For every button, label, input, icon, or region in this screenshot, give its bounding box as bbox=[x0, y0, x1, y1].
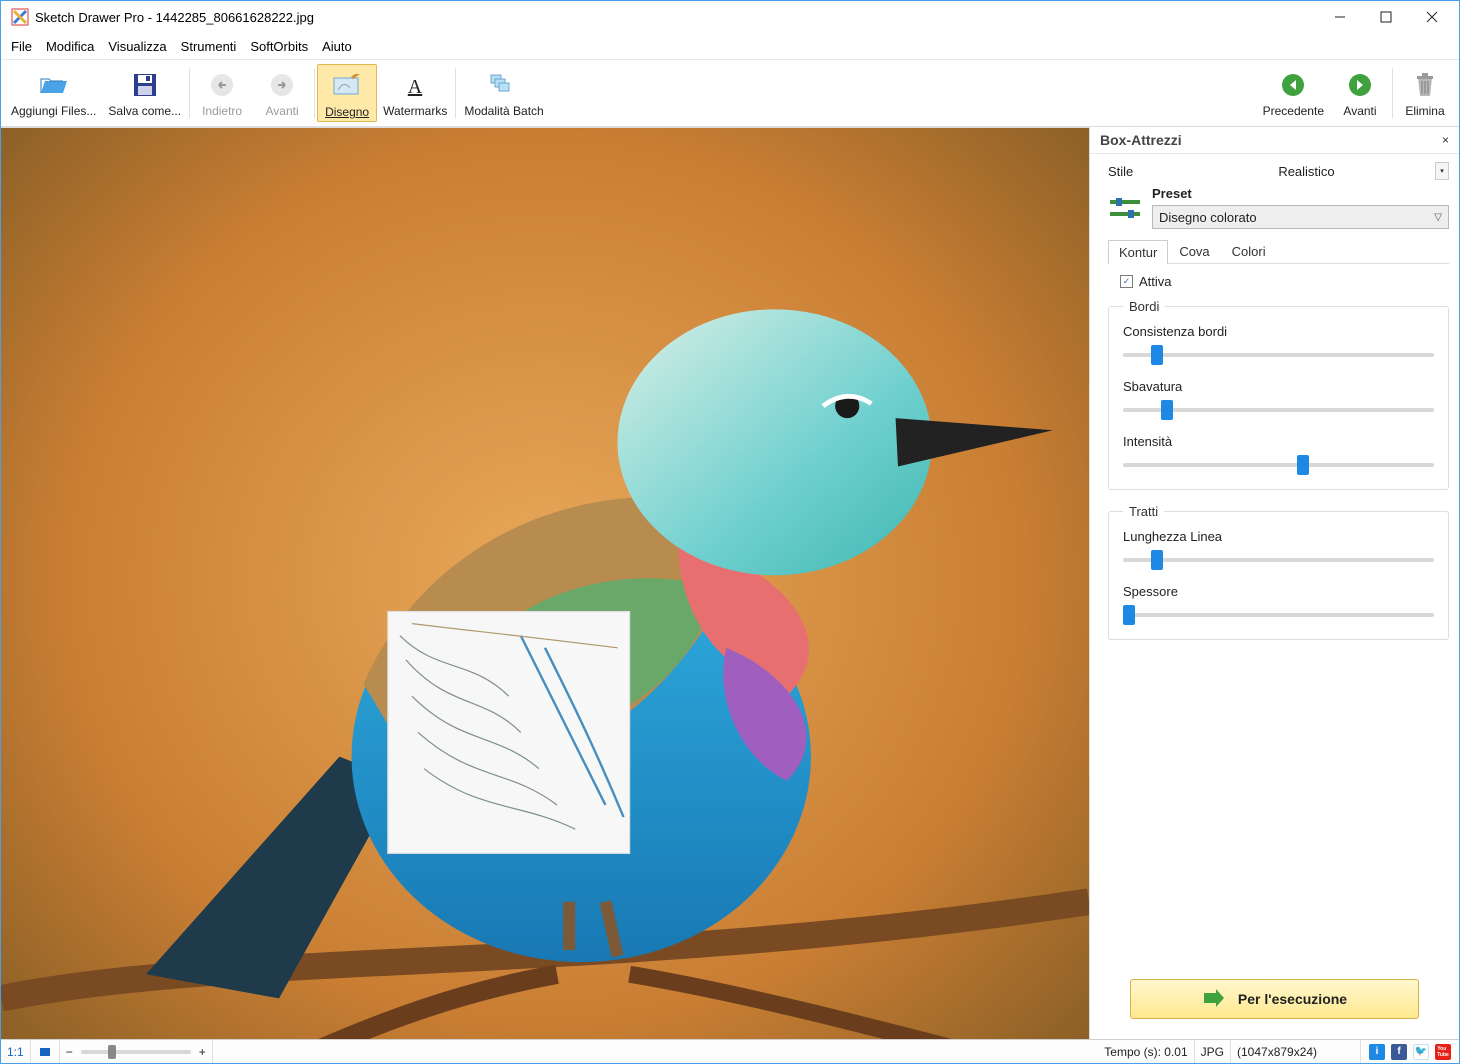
text-icon: A bbox=[402, 68, 428, 102]
status-time: Tempo (s): 0.01 bbox=[1098, 1040, 1194, 1063]
slider-consistenza[interactable] bbox=[1123, 347, 1434, 363]
slider-sbavatura[interactable] bbox=[1123, 402, 1434, 418]
toolbox-title: Box-Attrezzi bbox=[1100, 132, 1182, 148]
arrow-left-icon bbox=[209, 68, 235, 102]
style-value: Realistico bbox=[1178, 164, 1435, 179]
menubar: File Modifica Visualizza Strumenti SoftO… bbox=[1, 33, 1459, 59]
zoom-slider-area: − + bbox=[60, 1040, 213, 1063]
param-lunghezza-label: Lunghezza Linea bbox=[1123, 529, 1434, 544]
undo-button[interactable]: Indietro bbox=[192, 64, 252, 122]
maximize-button[interactable] bbox=[1363, 2, 1409, 32]
param-consistenza-label: Consistenza bordi bbox=[1123, 324, 1434, 339]
close-panel-button[interactable]: × bbox=[1436, 131, 1455, 149]
slider-lunghezza[interactable] bbox=[1123, 552, 1434, 568]
param-intensita-label: Intensità bbox=[1123, 434, 1434, 449]
zoom-ratio[interactable]: 1:1 bbox=[1, 1040, 31, 1063]
tab-colori[interactable]: Colori bbox=[1221, 239, 1277, 263]
save-icon bbox=[132, 68, 158, 102]
play-icon bbox=[1202, 989, 1224, 1010]
param-sbavatura-label: Sbavatura bbox=[1123, 379, 1434, 394]
batch-mode-button[interactable]: Modalità Batch bbox=[458, 64, 549, 122]
tab-kontur[interactable]: Kontur bbox=[1108, 240, 1168, 264]
titlebar: Sketch Drawer Pro - 1442285_80661628222.… bbox=[1, 1, 1459, 33]
settings-tabs: Kontur Cova Colori bbox=[1108, 239, 1449, 264]
drawing-button[interactable]: Disegno bbox=[317, 64, 377, 122]
slider-spessore[interactable] bbox=[1123, 607, 1434, 623]
preset-select[interactable]: Disegno colorato ▽ bbox=[1152, 205, 1449, 229]
image-canvas[interactable] bbox=[1, 127, 1089, 1039]
fit-screen-button[interactable] bbox=[31, 1040, 60, 1063]
run-button[interactable]: Per l'esecuzione bbox=[1130, 979, 1419, 1019]
activate-label: Attiva bbox=[1139, 274, 1172, 289]
watermarks-button[interactable]: A Watermarks bbox=[377, 64, 453, 122]
style-label: Stile bbox=[1108, 164, 1178, 179]
minimize-button[interactable] bbox=[1317, 2, 1363, 32]
menu-softorbits[interactable]: SoftOrbits bbox=[250, 39, 308, 54]
trash-icon bbox=[1413, 68, 1437, 102]
menu-aiuto[interactable]: Aiuto bbox=[322, 39, 352, 54]
toolbox-panel: Box-Attrezzi × Stile Realistico ▾ Preset… bbox=[1089, 127, 1459, 1039]
main-area: Box-Attrezzi × Stile Realistico ▾ Preset… bbox=[1, 127, 1459, 1039]
menu-file[interactable]: File bbox=[11, 39, 32, 54]
folder-open-icon bbox=[39, 68, 69, 102]
param-spessore-label: Spessore bbox=[1123, 584, 1434, 599]
preset-label: Preset bbox=[1152, 186, 1449, 201]
zoom-in-button[interactable]: + bbox=[199, 1045, 206, 1059]
statusbar: 1:1 − + Tempo (s): 0.01 JPG (1047x879x24… bbox=[1, 1039, 1459, 1063]
chevron-down-icon: ▽ bbox=[1434, 212, 1442, 223]
batch-icon bbox=[489, 68, 519, 102]
circle-right-icon bbox=[1347, 68, 1373, 102]
menu-strumenti[interactable]: Strumenti bbox=[181, 39, 237, 54]
next-image-button[interactable]: Avanti bbox=[1330, 64, 1390, 122]
previous-image-button[interactable]: Precedente bbox=[1257, 64, 1330, 122]
menu-modifica[interactable]: Modifica bbox=[46, 39, 94, 54]
group-bordi: Bordi Consistenza bordi Sbavatura Intens… bbox=[1108, 299, 1449, 490]
close-button[interactable] bbox=[1409, 2, 1455, 32]
info-icon[interactable]: i bbox=[1369, 1044, 1385, 1060]
facebook-icon[interactable]: f bbox=[1391, 1044, 1407, 1060]
add-files-button[interactable]: Aggiungi Files... bbox=[5, 64, 102, 122]
youtube-icon[interactable]: YouTube bbox=[1435, 1044, 1451, 1060]
sliders-icon bbox=[1108, 194, 1142, 222]
group-tratti: Tratti Lunghezza Linea Spessore bbox=[1108, 504, 1449, 640]
status-dimensions: (1047x879x24) bbox=[1231, 1040, 1361, 1063]
preview-image bbox=[1, 128, 1089, 1039]
redo-button[interactable]: Avanti bbox=[252, 64, 312, 122]
circle-left-icon bbox=[1280, 68, 1306, 102]
status-format: JPG bbox=[1195, 1040, 1231, 1063]
twitter-icon[interactable]: 🐦 bbox=[1413, 1044, 1429, 1060]
activate-checkbox[interactable]: ✓ bbox=[1120, 275, 1133, 288]
window-title: Sketch Drawer Pro - 1442285_80661628222.… bbox=[35, 10, 1317, 25]
style-dropdown-button[interactable]: ▾ bbox=[1435, 162, 1449, 180]
app-icon bbox=[11, 8, 29, 26]
toolbox-header: Box-Attrezzi × bbox=[1090, 127, 1459, 154]
arrow-right-icon bbox=[269, 68, 295, 102]
svg-text:A: A bbox=[408, 76, 423, 97]
zoom-slider[interactable] bbox=[81, 1050, 191, 1054]
menu-visualizza[interactable]: Visualizza bbox=[108, 39, 166, 54]
toolbar: Aggiungi Files... Salva come... Indietro… bbox=[1, 59, 1459, 127]
sketch-icon bbox=[332, 69, 362, 103]
delete-image-button[interactable]: Elimina bbox=[1395, 64, 1455, 122]
zoom-out-button[interactable]: − bbox=[66, 1045, 73, 1059]
tab-cova[interactable]: Cova bbox=[1168, 239, 1220, 263]
slider-intensita[interactable] bbox=[1123, 457, 1434, 473]
save-as-button[interactable]: Salva come... bbox=[102, 64, 187, 122]
